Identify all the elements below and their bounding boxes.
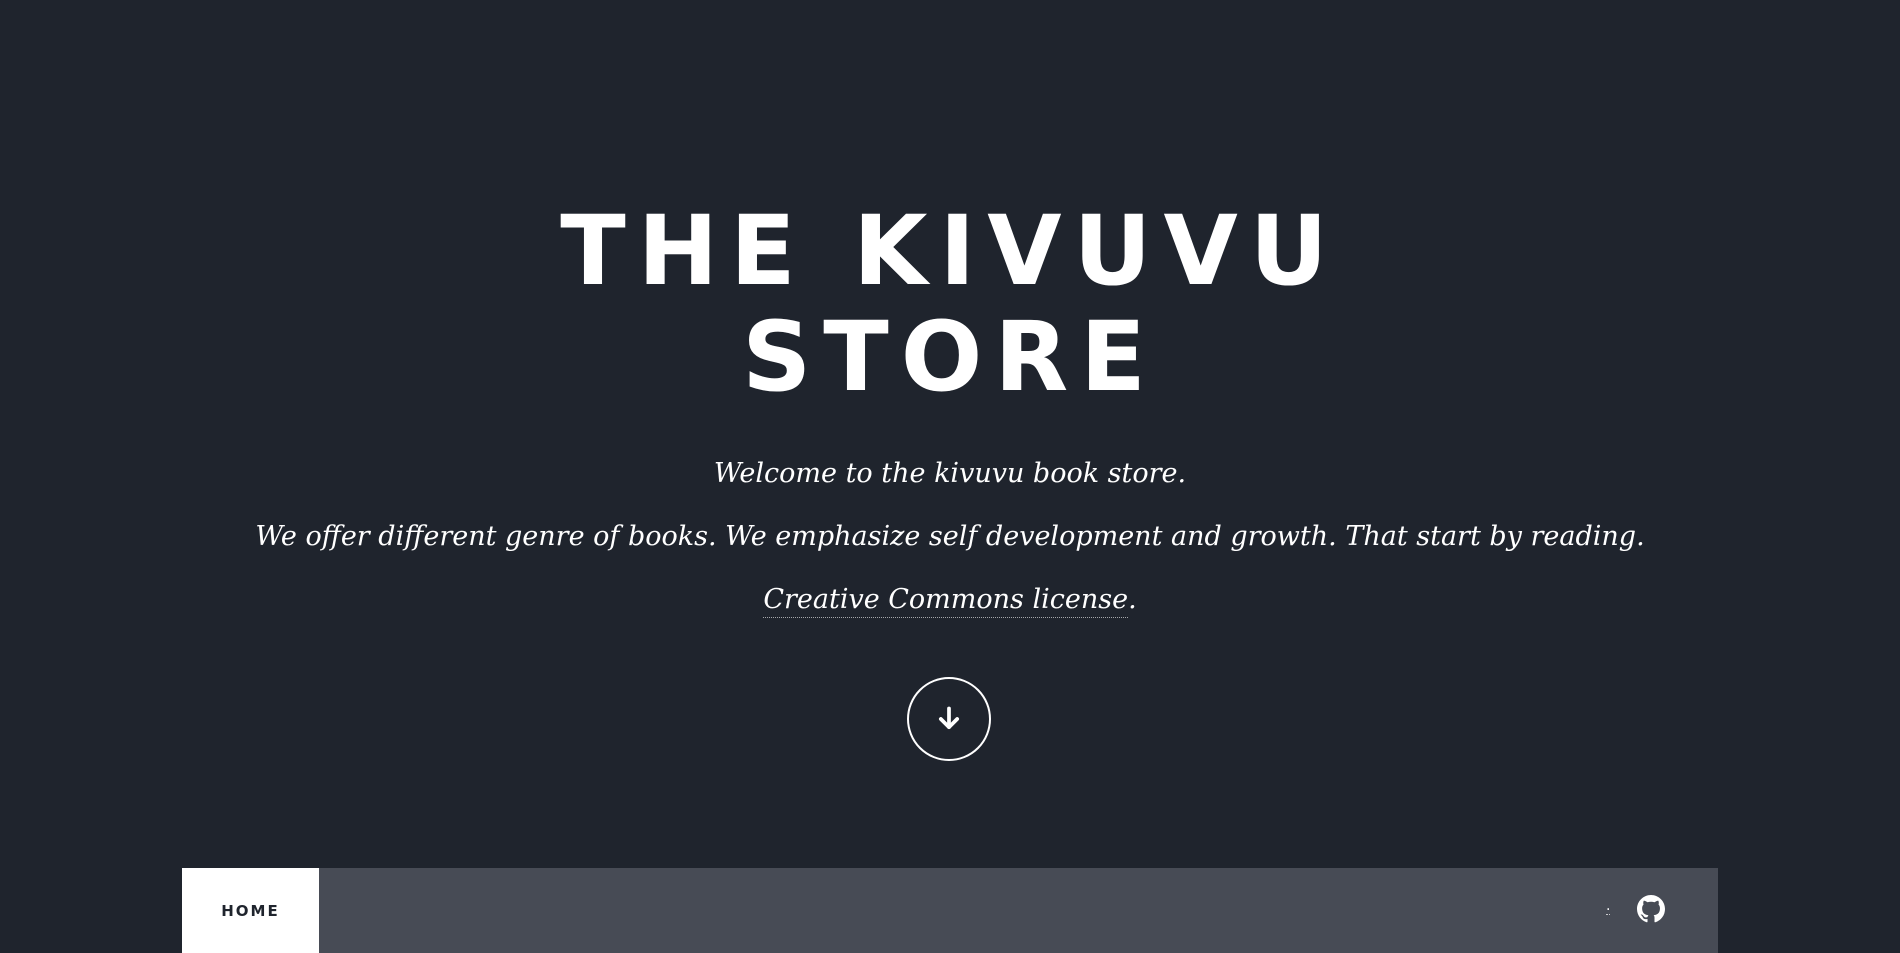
license-text: Creative Commons license. <box>0 584 1900 618</box>
license-suffix: . <box>1128 584 1137 615</box>
description-text: We offer different genre of books. We em… <box>255 521 1645 552</box>
github-icon[interactable] <box>1637 895 1665 923</box>
title-line-1: THE KIVUVU <box>560 195 1340 307</box>
main-navbar: HOME . <box>182 868 1718 953</box>
license-link[interactable]: Creative Commons license <box>763 584 1129 618</box>
scroll-down-button[interactable] <box>907 677 991 761</box>
welcome-text: Welcome to the kivuvu book store. <box>713 458 1187 489</box>
nav-dot-link[interactable]: . <box>1606 898 1611 915</box>
arrow-down-icon <box>938 706 960 730</box>
page-title: THE KIVUVU STORE <box>0 198 1900 410</box>
title-line-2: STORE <box>742 301 1158 413</box>
nav-home-tab[interactable]: HOME <box>182 868 319 953</box>
hero-section: THE KIVUVU STORE Welcome to the kivuvu b… <box>0 0 1900 868</box>
